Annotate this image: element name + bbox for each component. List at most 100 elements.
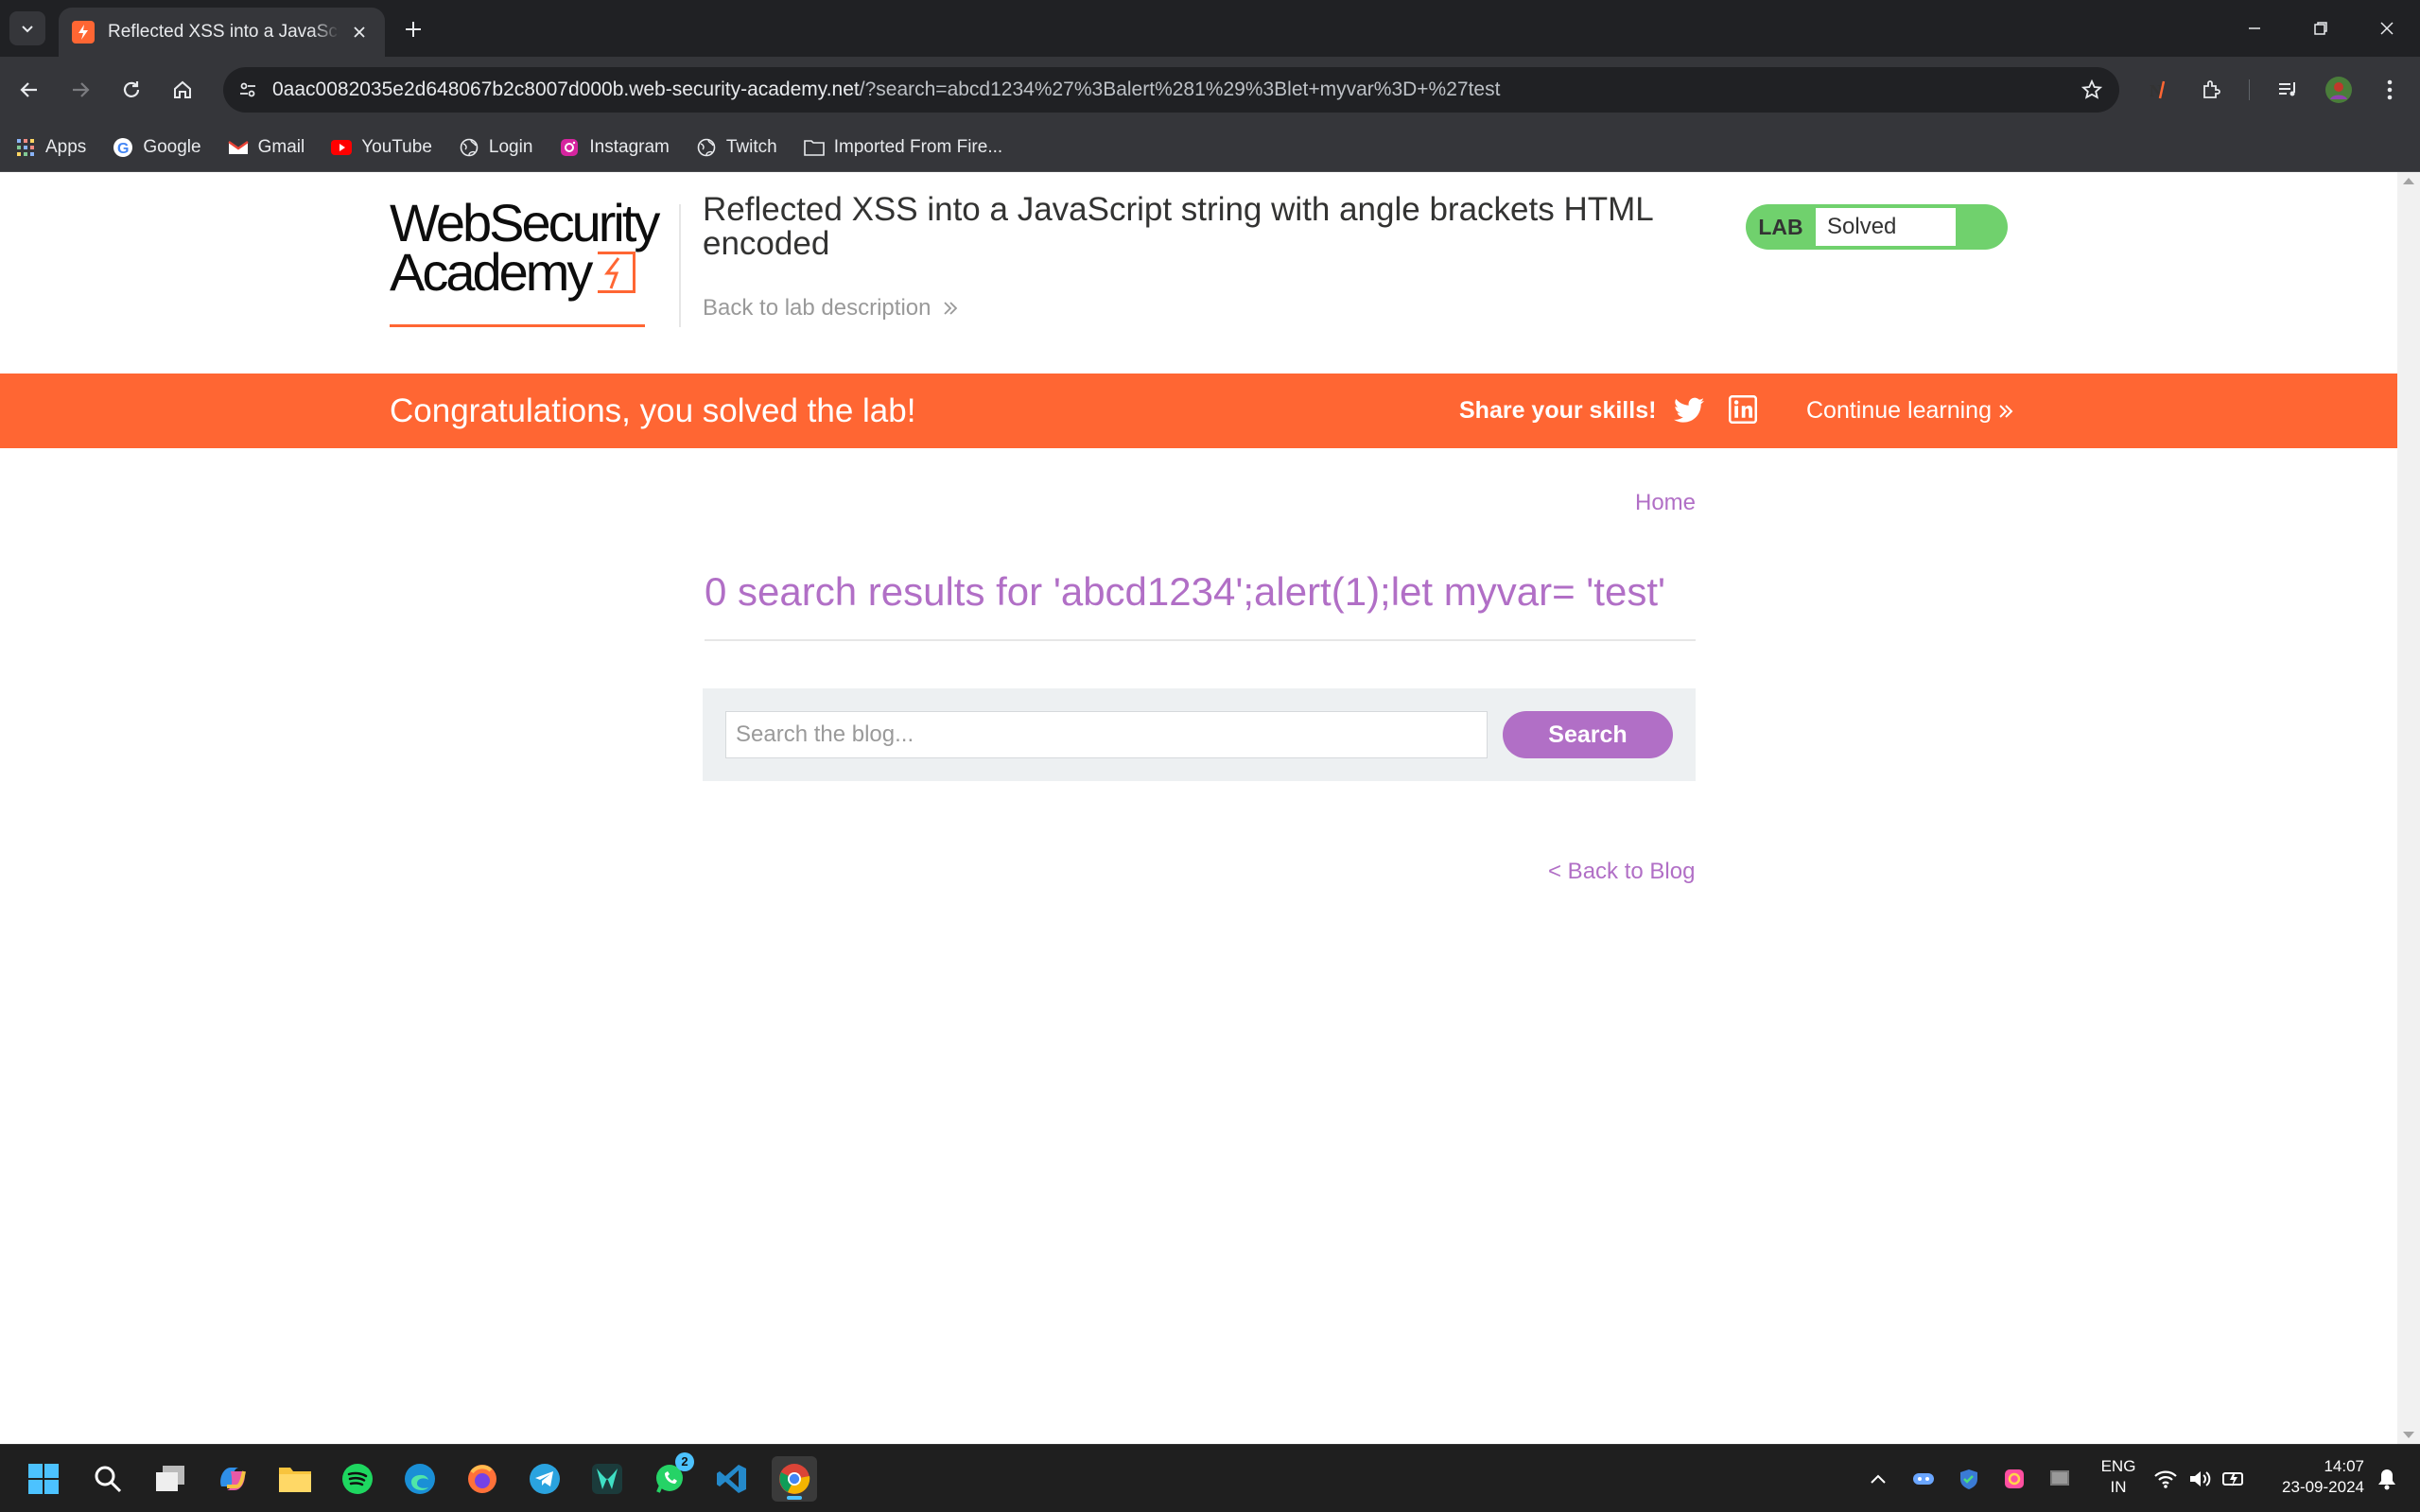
bookmark-google[interactable]: G Google xyxy=(113,137,201,158)
tray-app-4[interactable] xyxy=(2046,1466,2073,1492)
wifi-status[interactable] xyxy=(2152,1466,2179,1492)
vscode-icon xyxy=(717,1465,746,1493)
window-controls xyxy=(2221,0,2420,57)
taskbar-edge[interactable] xyxy=(397,1456,443,1502)
bookmark-youtube[interactable]: YouTube xyxy=(331,137,432,158)
arrow-right-icon xyxy=(73,82,90,97)
back-button[interactable] xyxy=(11,72,47,108)
reload-button[interactable] xyxy=(113,72,149,108)
chrome-menu-button[interactable] xyxy=(2372,72,2408,108)
continue-learning-link[interactable]: Continue learning xyxy=(1806,374,2014,448)
color-app-icon xyxy=(2005,1469,2024,1488)
globe-icon xyxy=(459,137,479,158)
profile-avatar[interactable] xyxy=(2321,72,2357,108)
taskbar-chrome[interactable] xyxy=(772,1456,817,1502)
language-code: ENG xyxy=(2100,1457,2136,1475)
browser-tab-active[interactable]: Reflected XSS into a JavaScript string w… xyxy=(59,8,385,57)
restore-icon xyxy=(2314,22,2327,35)
battery-status[interactable] xyxy=(2220,1466,2247,1492)
tab-search-dropdown[interactable] xyxy=(9,11,45,45)
reload-icon xyxy=(123,81,140,97)
taskbar-vscode[interactable] xyxy=(709,1456,755,1502)
close-icon xyxy=(2380,22,2394,35)
windows-logo-icon xyxy=(28,1464,59,1494)
notification-center[interactable] xyxy=(2374,1466,2400,1492)
web-security-academy-logo[interactable]: WebSecurity Academy xyxy=(390,197,678,327)
taskbar-whatsapp[interactable]: 2 xyxy=(647,1452,694,1502)
arrow-left-icon xyxy=(20,82,37,97)
media-controls-icon[interactable] xyxy=(2270,72,2306,108)
site-info-button[interactable] xyxy=(231,73,265,107)
bookmark-login[interactable]: Login xyxy=(459,136,533,158)
apps-grid-icon xyxy=(15,137,36,158)
home-link[interactable]: Home xyxy=(1635,490,1696,516)
system-clock[interactable]: 14:07 23-09-2024 xyxy=(2260,1456,2364,1498)
page-scrollbar[interactable] xyxy=(2397,172,2420,1444)
bookmark-label: Login xyxy=(488,136,533,157)
taskbar-predator-app[interactable] xyxy=(584,1456,630,1502)
tray-app-1[interactable] xyxy=(1910,1466,1937,1492)
input-language[interactable]: ENG IN xyxy=(2096,1456,2141,1498)
lab-label: LAB xyxy=(1758,215,1803,239)
volume-control[interactable] xyxy=(2186,1466,2213,1492)
tray-app-3[interactable] xyxy=(2001,1466,2028,1492)
linkedin-icon[interactable] xyxy=(1729,395,1757,424)
taskbar-telegram[interactable] xyxy=(522,1456,567,1502)
bookmark-label: Gmail xyxy=(257,136,305,157)
lab-status-text: Solved xyxy=(1816,208,1956,246)
minimize-button[interactable] xyxy=(2221,0,2288,57)
close-window-button[interactable] xyxy=(2354,0,2420,57)
folder-icon xyxy=(279,1468,311,1492)
tab-strip: Reflected XSS into a JavaScript string w… xyxy=(0,0,2420,57)
forward-button[interactable] xyxy=(62,72,98,108)
continue-learning-label: Continue learning xyxy=(1806,397,1992,424)
new-tab-button[interactable] xyxy=(397,13,429,45)
gamepad-icon xyxy=(1913,1473,1934,1485)
extensions-puzzle-icon[interactable] xyxy=(2194,72,2230,108)
bookmark-label: Imported From Fire... xyxy=(833,136,1003,157)
language-region: IN xyxy=(2110,1478,2127,1496)
congratulations-text: Congratulations, you solved the lab! xyxy=(390,392,916,429)
search-button[interactable]: Search xyxy=(1503,711,1673,758)
taskbar-spotify[interactable] xyxy=(335,1456,380,1502)
back-to-description-label: Back to lab description xyxy=(703,295,931,321)
lightning-bolt-icon xyxy=(598,252,636,293)
bookmark-folder-imported[interactable]: Imported From Fire... xyxy=(803,136,1003,158)
tray-security[interactable] xyxy=(1956,1466,1982,1492)
scroll-up-arrow-icon[interactable] xyxy=(2403,178,2414,184)
address-bar[interactable]: 0aac0082035e2d648067b2c8007d000b.web-sec… xyxy=(223,67,2119,113)
task-view-icon xyxy=(156,1466,184,1491)
chevron-down-icon xyxy=(22,26,33,33)
extension-n-icon[interactable]: N xyxy=(2141,72,2177,108)
url-text: 0aac0082035e2d648067b2c8007d000b.web-sec… xyxy=(272,67,1500,113)
back-to-lab-description-link[interactable]: Back to lab description xyxy=(703,295,959,322)
predator-icon xyxy=(592,1464,622,1494)
bookmark-instagram[interactable]: Instagram xyxy=(559,137,670,158)
clock-time: 14:07 xyxy=(2324,1457,2364,1475)
restore-button[interactable] xyxy=(2288,0,2354,57)
taskbar-firefox[interactable] xyxy=(460,1456,505,1502)
bookmark-twitch[interactable]: Twitch xyxy=(696,137,777,158)
show-hidden-icons-button[interactable] xyxy=(1865,1466,1891,1492)
back-to-blog-link[interactable]: < Back to Blog xyxy=(1548,859,1695,885)
home-button[interactable] xyxy=(165,72,200,108)
logo-underline xyxy=(390,324,645,327)
bookmark-gmail[interactable]: Gmail xyxy=(227,136,305,158)
close-tab-icon[interactable] xyxy=(347,20,372,44)
taskbar-file-explorer[interactable] xyxy=(272,1456,318,1502)
search-form: Search xyxy=(703,688,1696,781)
bookmark-star-button[interactable] xyxy=(2076,74,2108,106)
kebab-menu-icon xyxy=(2387,79,2393,100)
taskbar-copilot[interactable] xyxy=(210,1456,255,1502)
scroll-down-arrow-icon[interactable] xyxy=(2403,1432,2414,1438)
task-view-button[interactable] xyxy=(148,1456,193,1502)
search-input[interactable] xyxy=(725,711,1488,758)
display-icon xyxy=(2050,1470,2069,1486)
bookmark-apps[interactable]: Apps xyxy=(15,137,86,158)
twitter-icon[interactable] xyxy=(1674,396,1704,425)
windows-start-button[interactable] xyxy=(21,1456,66,1502)
share-skills-text: Share your skills! xyxy=(1459,397,1657,424)
telegram-icon xyxy=(530,1464,560,1494)
taskbar-search[interactable] xyxy=(85,1456,131,1502)
bookmark-label: YouTube xyxy=(361,136,432,157)
